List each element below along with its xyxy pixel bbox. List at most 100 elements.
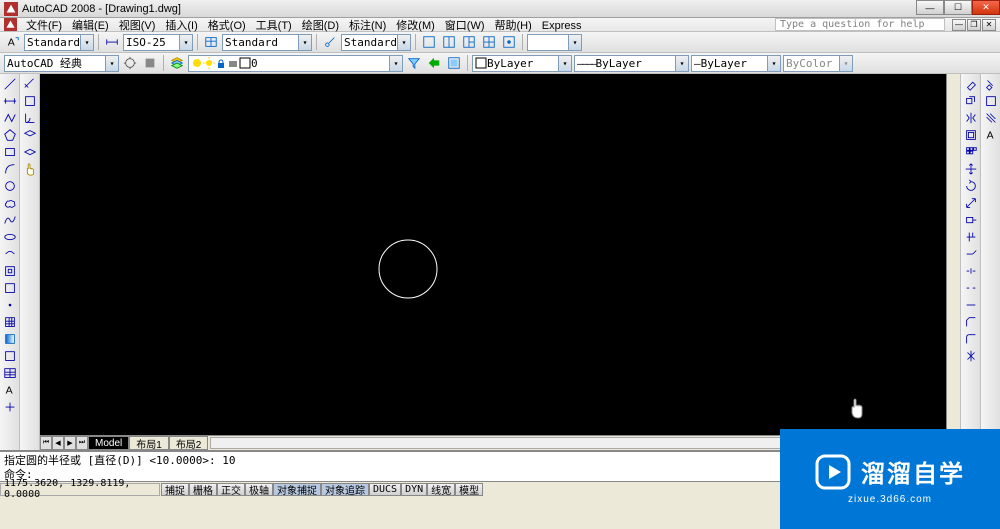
viewport-two[interactable] xyxy=(440,33,458,51)
mdi-restore[interactable]: ❐ xyxy=(967,19,981,31)
status-捕捉[interactable]: 捕捉 xyxy=(161,483,189,496)
measure-distance-tool[interactable] xyxy=(21,76,38,92)
fillet-tool[interactable] xyxy=(962,331,979,347)
measure-area-tool[interactable] xyxy=(21,93,38,109)
coords-display[interactable]: 1175.3620, 1329.8119, 0.0000 xyxy=(0,483,160,496)
tablestyle-combo[interactable]: Standard▾ xyxy=(222,34,312,51)
sheet-tab-2[interactable]: 布局2 xyxy=(169,436,209,450)
vertical-scrollbar[interactable] xyxy=(946,74,960,435)
stretch-tool[interactable] xyxy=(962,212,979,228)
status-极轴[interactable]: 极轴 xyxy=(245,483,273,496)
break-tool[interactable] xyxy=(962,280,979,296)
viewport-four[interactable] xyxy=(480,33,498,51)
status-对象追踪[interactable]: 对象追踪 xyxy=(321,483,369,496)
sheet-nav-first[interactable]: ⏮ xyxy=(40,436,52,450)
sheet-nav-next[interactable]: ▶ xyxy=(64,436,76,450)
layer-filter-icon[interactable] xyxy=(405,54,423,72)
status-正交[interactable]: 正交 xyxy=(217,483,245,496)
menu-h[interactable]: 帮助(H) xyxy=(490,20,537,32)
status-DUCS[interactable]: DUCS xyxy=(369,483,401,496)
menu-v[interactable]: 视图(V) xyxy=(114,20,161,32)
status-栅格[interactable]: 栅格 xyxy=(189,483,217,496)
scale-combo[interactable]: ▾ xyxy=(527,34,582,51)
array-tool[interactable] xyxy=(962,144,979,160)
sheet-nav-prev[interactable]: ◀ xyxy=(52,436,64,450)
status-模型[interactable]: 模型 xyxy=(455,483,483,496)
join-tool[interactable] xyxy=(962,297,979,313)
block-editor-tool[interactable] xyxy=(982,93,999,109)
sheet-tab-1[interactable]: 布局1 xyxy=(129,436,169,450)
layer-iso-tool[interactable] xyxy=(21,127,38,143)
arc-tool[interactable] xyxy=(1,161,18,177)
mleaderstyle-combo[interactable]: Standard▾ xyxy=(341,34,411,51)
sheet-tab-0[interactable]: Model xyxy=(88,436,129,450)
trim-tool[interactable] xyxy=(962,229,979,245)
ellipse-tool[interactable] xyxy=(1,229,18,245)
viewport-settings[interactable] xyxy=(500,33,518,51)
hatch-tool[interactable] xyxy=(1,314,18,330)
layer-state-icon[interactable] xyxy=(445,54,463,72)
region-tool[interactable] xyxy=(1,348,18,364)
textedit-tool[interactable]: A xyxy=(982,127,999,143)
status-线宽[interactable]: 线宽 xyxy=(427,483,455,496)
ellipse-arc-tool[interactable] xyxy=(1,246,18,262)
menu-n[interactable]: 标注(N) xyxy=(344,20,391,32)
construction-line-tool[interactable] xyxy=(1,93,18,109)
dimstyle-combo[interactable]: ISO-25▾ xyxy=(123,34,193,51)
lineweight-control[interactable]: — ByLayer▾ xyxy=(691,55,781,72)
line-tool[interactable] xyxy=(1,76,18,92)
insert-block-tool[interactable] xyxy=(1,263,18,279)
menu-t[interactable]: 工具(T) xyxy=(251,20,297,32)
layer-off-tool[interactable] xyxy=(21,144,38,160)
mdi-minimize[interactable]: — xyxy=(952,19,966,31)
match-prop-tool[interactable] xyxy=(982,76,999,92)
move-tool[interactable] xyxy=(962,161,979,177)
chamfer-tool[interactable] xyxy=(962,314,979,330)
gradient-tool[interactable] xyxy=(1,331,18,347)
add-selected-tool[interactable] xyxy=(1,399,18,415)
plotstyle-control[interactable]: ByColor▾ xyxy=(783,55,853,72)
extend-tool[interactable] xyxy=(962,246,979,262)
explode-tool[interactable] xyxy=(962,348,979,364)
pan-tool[interactable] xyxy=(21,161,38,177)
menu-f[interactable]: 文件(F) xyxy=(21,20,67,32)
sheet-nav-last[interactable]: ⏭ xyxy=(76,436,88,450)
drawing-area[interactable]: Y X ⏮ ◀ ▶ ⏭ Model布局1布局2 xyxy=(40,74,960,450)
drawing-canvas[interactable]: Y X xyxy=(40,74,960,450)
close-button[interactable]: ✕ xyxy=(972,0,1000,15)
textstyle-combo[interactable]: Standard▾ xyxy=(24,34,94,51)
measure-angle-tool[interactable] xyxy=(21,110,38,126)
dimstyle-icon[interactable] xyxy=(103,33,121,51)
maximize-button[interactable]: ☐ xyxy=(944,0,972,15)
mdi-close[interactable]: ✕ xyxy=(982,19,996,31)
break-at-tool[interactable] xyxy=(962,263,979,279)
revcloud-tool[interactable] xyxy=(1,195,18,211)
spline-tool[interactable] xyxy=(1,212,18,228)
menu-express[interactable]: Express xyxy=(537,20,587,32)
color-control[interactable]: ByLayer▾ xyxy=(472,55,572,72)
circle-tool[interactable] xyxy=(1,178,18,194)
menu-w[interactable]: 窗口(W) xyxy=(440,20,490,32)
menu-i[interactable]: 插入(I) xyxy=(160,20,202,32)
linetype-control[interactable]: ———— ByLayer▾ xyxy=(574,55,689,72)
table-tool[interactable] xyxy=(1,365,18,381)
rotate-tool[interactable] xyxy=(962,178,979,194)
status-对象捕捉[interactable]: 对象捕捉 xyxy=(273,483,321,496)
polyline-tool[interactable] xyxy=(1,110,18,126)
offset-tool[interactable] xyxy=(962,127,979,143)
erase-tool[interactable] xyxy=(962,76,979,92)
viewport-single[interactable] xyxy=(420,33,438,51)
layer-manager-icon[interactable] xyxy=(168,54,186,72)
status-DYN[interactable]: DYN xyxy=(401,483,427,496)
rectangle-tool[interactable] xyxy=(1,144,18,160)
help-search[interactable]: Type a question for help xyxy=(775,18,945,31)
tablestyle-icon[interactable] xyxy=(202,33,220,51)
point-tool[interactable] xyxy=(1,297,18,313)
menu-e[interactable]: 编辑(E) xyxy=(67,20,114,32)
menu-o[interactable]: 格式(O) xyxy=(203,20,251,32)
layer-prev-icon[interactable] xyxy=(425,54,443,72)
copy-tool[interactable] xyxy=(962,93,979,109)
workspace-save-icon[interactable] xyxy=(141,54,159,72)
minimize-button[interactable]: — xyxy=(916,0,944,15)
menu-d[interactable]: 绘图(D) xyxy=(297,20,344,32)
